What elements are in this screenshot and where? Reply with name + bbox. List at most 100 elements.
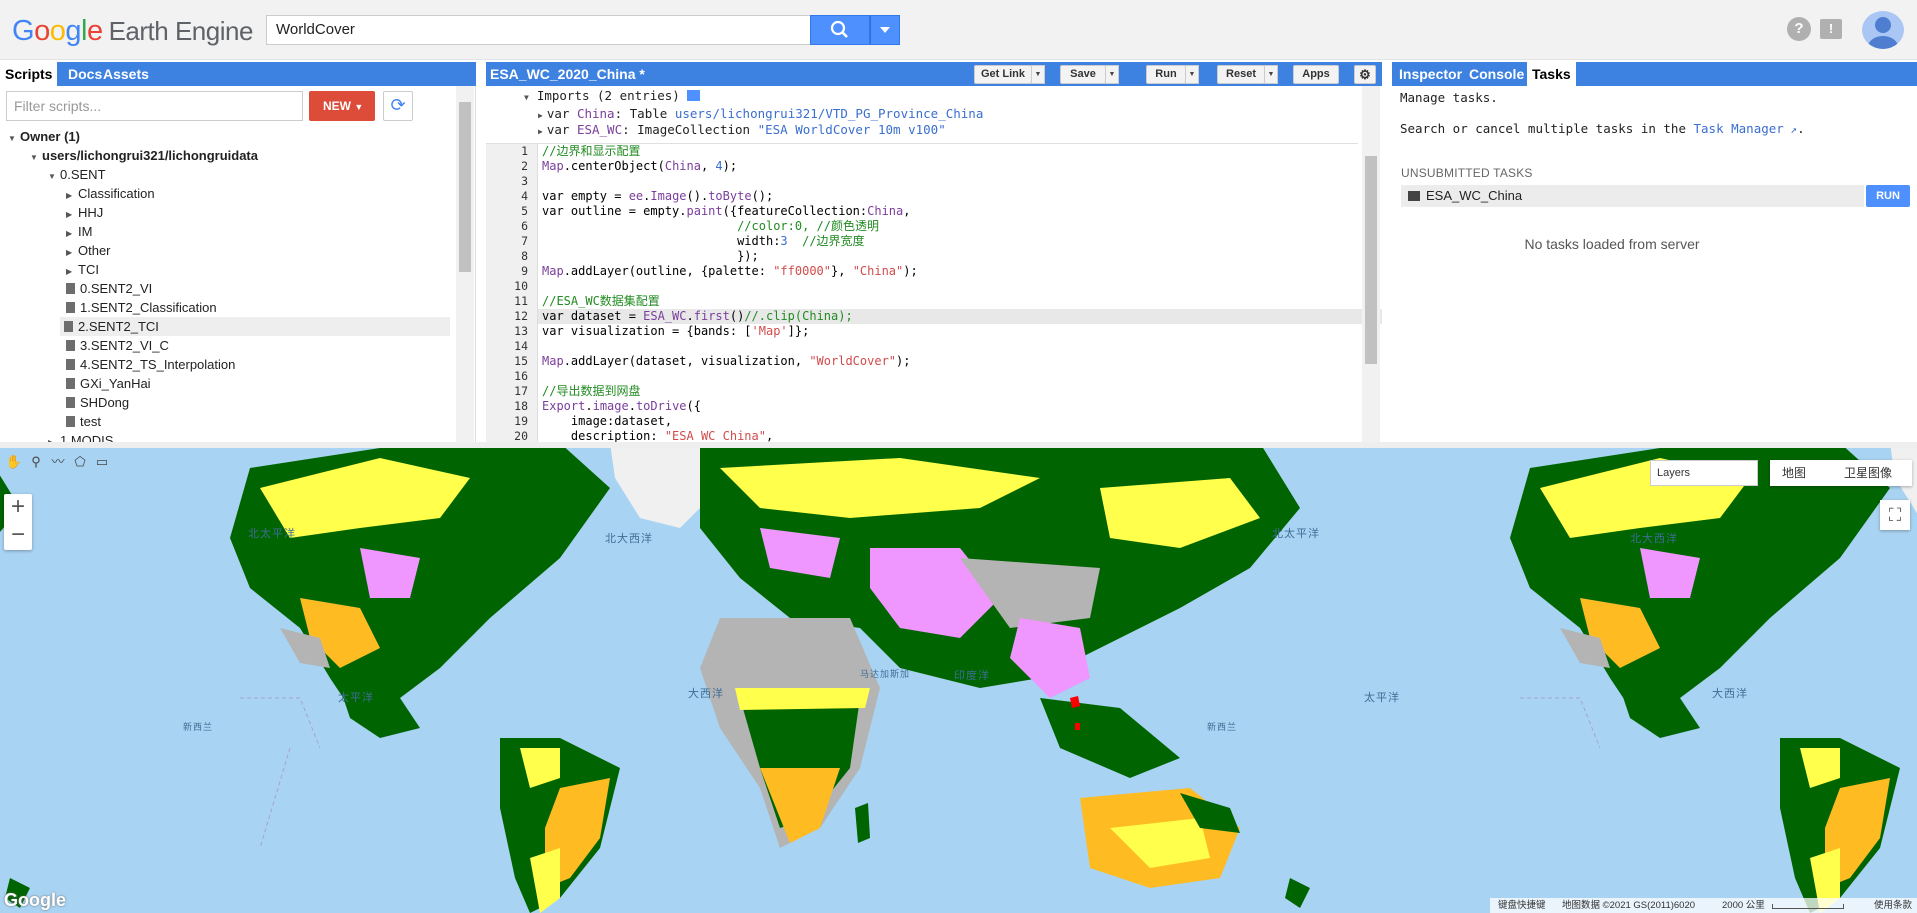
logo-letter: o: [49, 15, 66, 47]
rectangle-icon[interactable]: ▭: [92, 452, 112, 472]
collapse-triangle-icon[interactable]: ▼: [8, 129, 20, 148]
search-icon: [830, 20, 848, 38]
tab-inspector[interactable]: Inspector: [1394, 62, 1467, 86]
script-file[interactable]: SHDong: [66, 393, 129, 412]
save-dropdown[interactable]: ▼: [1105, 65, 1119, 84]
get-link-button[interactable]: Get Link: [974, 65, 1032, 84]
tab-assets[interactable]: Assets: [98, 62, 154, 86]
scrollbar-thumb[interactable]: [1365, 156, 1377, 364]
map-type-control: 地图 卫星图像: [1770, 460, 1912, 486]
land-cover-copy: [230, 448, 1310, 913]
polygon-icon[interactable]: ⬠: [70, 452, 90, 472]
logo-letter: e: [86, 15, 103, 47]
zoom-in-button[interactable]: +: [4, 494, 32, 522]
help-icon[interactable]: ?: [1787, 17, 1811, 41]
feedback-icon[interactable]: !: [1820, 19, 1842, 39]
run-task-button[interactable]: RUN: [1866, 185, 1910, 207]
search-options-dropdown[interactable]: [870, 15, 900, 45]
new-script-button[interactable]: NEW ▼: [309, 91, 375, 121]
tab-tasks[interactable]: Tasks: [1527, 62, 1576, 86]
script-folder[interactable]: ▶ IM: [66, 222, 92, 241]
reset-button[interactable]: Reset: [1217, 65, 1265, 84]
editor-scrollbar[interactable]: [1362, 86, 1380, 442]
tab-console[interactable]: Console: [1464, 62, 1529, 86]
save-button[interactable]: Save: [1060, 65, 1106, 84]
script-folder[interactable]: ▼ 0.SENT: [48, 165, 106, 184]
import-row[interactable]: ▶ var ESA_WC: ImageCollection "ESA WorldC…: [538, 122, 946, 138]
refresh-icon[interactable]: ⟳: [383, 91, 413, 121]
reset-dropdown[interactable]: ▼: [1264, 65, 1278, 84]
import-value[interactable]: users/lichongrui321/VTD_PG_Province_Chin…: [675, 106, 984, 121]
script-file[interactable]: 2.SENT2_TCI: [60, 317, 450, 336]
script-folder[interactable]: ▶ Classification: [66, 184, 155, 203]
layers-button[interactable]: Layers: [1650, 460, 1758, 486]
terms-link[interactable]: 使用条款: [1874, 898, 1912, 913]
code-line: });: [542, 249, 759, 263]
line-number: 7: [521, 234, 528, 248]
marker-icon[interactable]: ⚲: [26, 452, 46, 472]
script-title[interactable]: ESA_WC_2020_China *: [490, 62, 645, 86]
drawing-tools: ✋ ⚲ 〰 ⬠ ▭: [4, 452, 128, 472]
line-number: 17: [514, 384, 528, 398]
pan-hand-icon[interactable]: ✋: [4, 452, 24, 472]
top-header: Google Earth Engine WorldCover ? !: [0, 0, 1917, 60]
code-line: //color:0, //颜色透明: [737, 219, 879, 233]
line-icon[interactable]: 〰: [48, 452, 68, 472]
code-line: var visualization = {bands: ['Map']};: [542, 324, 810, 338]
logo-letter: G: [12, 15, 35, 47]
zoom-out-button[interactable]: −: [4, 522, 32, 550]
script-file[interactable]: 0.SENT2_VI: [66, 279, 152, 298]
external-link-icon: ↗: [1783, 123, 1798, 136]
map-type-satellite[interactable]: 卫星图像: [1844, 460, 1892, 486]
tasks-panel: Manage tasks. Search or cancel multiple …: [1392, 86, 1917, 442]
apps-button[interactable]: Apps: [1293, 65, 1339, 84]
search-button[interactable]: [810, 15, 870, 45]
collapse-triangle-icon: ▼: [524, 93, 529, 102]
script-folder[interactable]: ▶ HHJ: [66, 203, 103, 222]
avatar[interactable]: [1862, 11, 1904, 49]
ocean-label: 新西兰: [183, 722, 214, 732]
filter-scripts-input[interactable]: Filter scripts...: [6, 91, 303, 121]
run-dropdown[interactable]: ▼: [1185, 65, 1199, 84]
search-input[interactable]: WorldCover: [266, 15, 811, 45]
scale-label: 2000 公里: [1722, 900, 1765, 911]
script-file[interactable]: 1.SENT2_Classification: [66, 298, 217, 317]
task-item[interactable]: ESA_WC_China: [1401, 185, 1864, 207]
tab-scripts[interactable]: Scripts: [0, 62, 58, 86]
new-label: NEW: [323, 99, 351, 113]
fullscreen-icon[interactable]: ⛶: [1880, 500, 1910, 530]
gear-icon[interactable]: ⚙: [1354, 65, 1376, 84]
scrollbar-thumb[interactable]: [459, 102, 471, 272]
tree-item-label: TCI: [78, 262, 99, 277]
map-view[interactable]: 北太平洋 北大西洋 太平洋 大西洋 印度洋 北太平洋 北大西洋 太平洋 大西洋 …: [0, 448, 1917, 913]
script-file[interactable]: test: [66, 412, 101, 431]
script-folder[interactable]: ▶ Other: [66, 241, 111, 260]
tree-item-label: Classification: [78, 186, 155, 201]
map-type-roadmap[interactable]: 地图: [1782, 460, 1806, 486]
script-folder[interactable]: ▶ TCI: [66, 260, 99, 279]
line-number: 18: [514, 399, 528, 413]
get-link-dropdown[interactable]: ▼: [1031, 65, 1045, 84]
keyboard-shortcuts-link[interactable]: 键盘快捷键: [1498, 898, 1546, 913]
script-file[interactable]: 3.SENT2_VI_C: [66, 336, 169, 355]
script-file[interactable]: GXi_YanHai: [66, 374, 151, 393]
earth-engine-logo[interactable]: Google Earth Engine: [12, 14, 253, 48]
import-row[interactable]: ▶ var China: Table users/lichongrui321/VT…: [538, 106, 983, 122]
run-button[interactable]: Run: [1146, 65, 1186, 84]
ocean-label: 北太平洋: [248, 528, 296, 540]
collapse-triangle-icon[interactable]: ▼: [48, 167, 60, 186]
manage-tasks-text: Manage tasks.: [1400, 90, 1498, 105]
google-watermark: Google: [4, 890, 66, 910]
task-manager-link[interactable]: Task Manager: [1694, 121, 1784, 136]
file-icon: [66, 359, 75, 370]
tree-item-label: IM: [78, 224, 93, 239]
script-folder[interactable]: ▼ users/lichongrui321/lichongruidata: [30, 146, 258, 165]
line-number: 12: [514, 309, 528, 323]
imports-header[interactable]: ▼ Imports (2 entries): [524, 88, 701, 104]
script-file[interactable]: 4.SENT2_TS_Interpolation: [66, 355, 235, 374]
show-generated-code-icon[interactable]: [687, 90, 701, 101]
line-number: 14: [514, 339, 528, 353]
collapse-triangle-icon[interactable]: ▼: [30, 148, 42, 167]
tree-scrollbar[interactable]: [456, 86, 474, 442]
script-folder[interactable]: ▼ Owner (1): [8, 127, 80, 146]
